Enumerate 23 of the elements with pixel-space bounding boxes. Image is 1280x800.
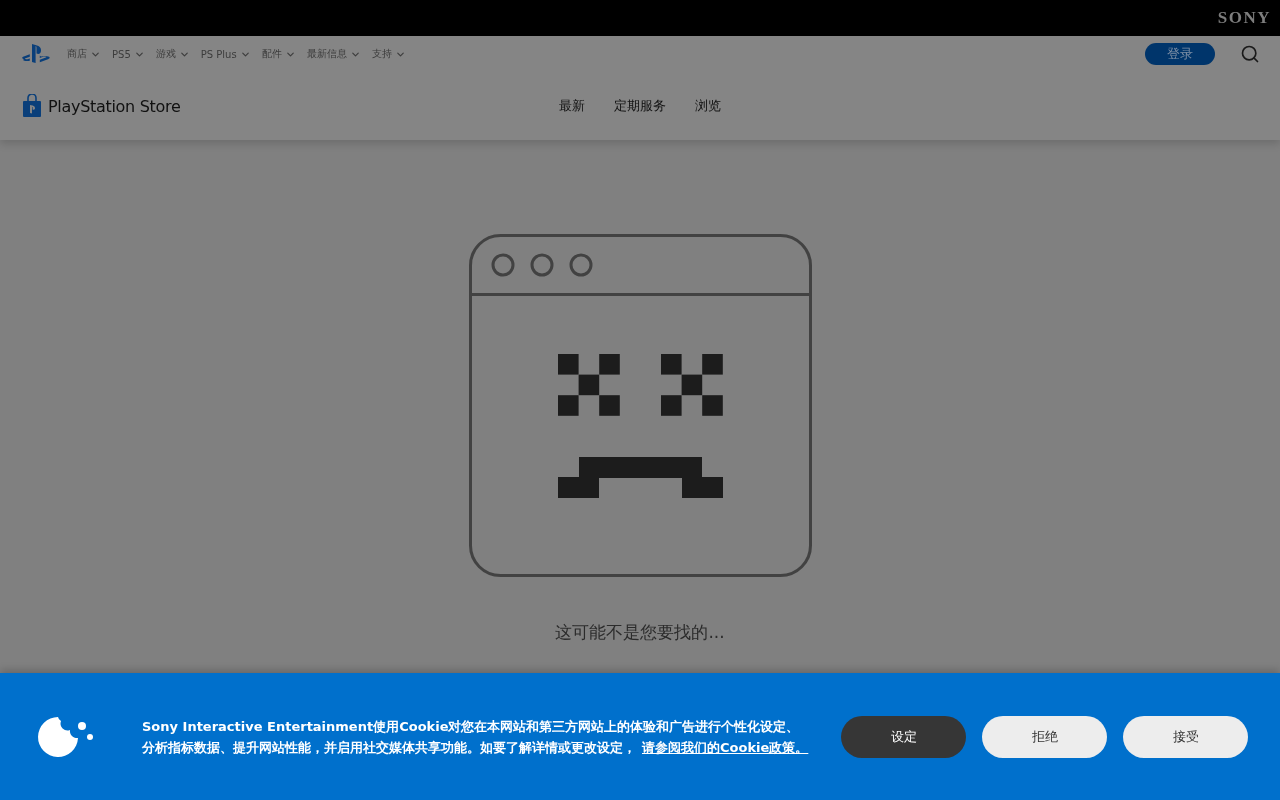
cookie-notice-text: Sony Interactive Entertainment使用Cookie对您在本网站和第三方网站上的体验和广告进行个性化设定、分析指标数据、提升网站性能，并启用社交媒体共享功能。如要了解详情或更改设定， 请参阅我们的Cookie政策。 — [142, 717, 810, 757]
playstation-logo-icon[interactable] — [22, 43, 50, 65]
store-logo-text[interactable]: PlayStation Store — [48, 96, 181, 116]
store-nav-link[interactable]: 浏览 — [695, 97, 721, 115]
cookie-button[interactable]: 接受 — [1123, 715, 1248, 758]
nav-menu-item[interactable]: PS5 — [112, 48, 145, 60]
cookie-button[interactable]: 设定 — [841, 715, 966, 758]
nav-menu-item[interactable]: 游戏 — [155, 47, 190, 61]
error-heading: 这可能不是您要找的... — [555, 621, 725, 644]
store-nav-link[interactable]: 最新 — [559, 97, 585, 115]
nav-menu-item[interactable]: 最新信息 — [306, 47, 361, 61]
store-nav-link[interactable]: 定期服务 — [614, 97, 666, 115]
search-icon[interactable] — [1240, 44, 1260, 64]
shopping-bag-icon — [22, 94, 42, 118]
nav-menu-item[interactable]: 商店 — [67, 47, 101, 61]
nav-menu-item[interactable]: 支持 — [371, 47, 406, 61]
sony-logo: SONY — [1217, 8, 1271, 28]
cookie-policy-link[interactable]: 请参阅我们的Cookie政策。 — [642, 739, 809, 755]
nav-menu-item[interactable]: PS Plus — [200, 48, 251, 60]
login-button[interactable]: 登录 — [1145, 43, 1215, 65]
cookie-button[interactable]: 拒绝 — [982, 715, 1107, 758]
cookie-icon — [36, 715, 94, 758]
nav-menu-item[interactable]: 配件 — [261, 47, 296, 61]
